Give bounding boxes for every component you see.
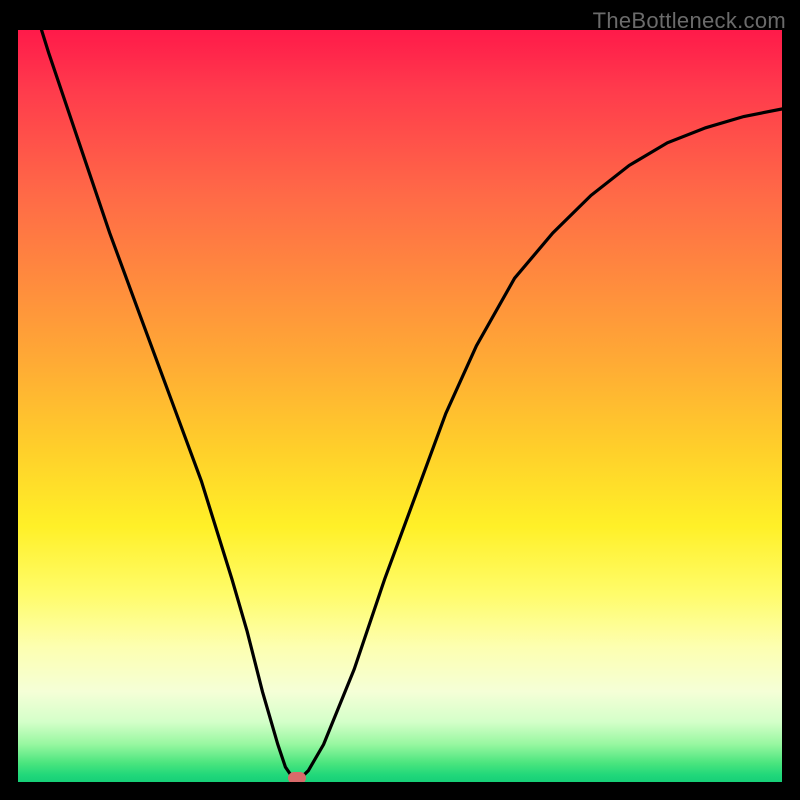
bottleneck-curve [18,30,782,782]
watermark-text: TheBottleneck.com [593,8,786,34]
optimal-point-marker [288,772,306,782]
plot-area [18,30,782,782]
chart-frame: TheBottleneck.com [0,0,800,800]
